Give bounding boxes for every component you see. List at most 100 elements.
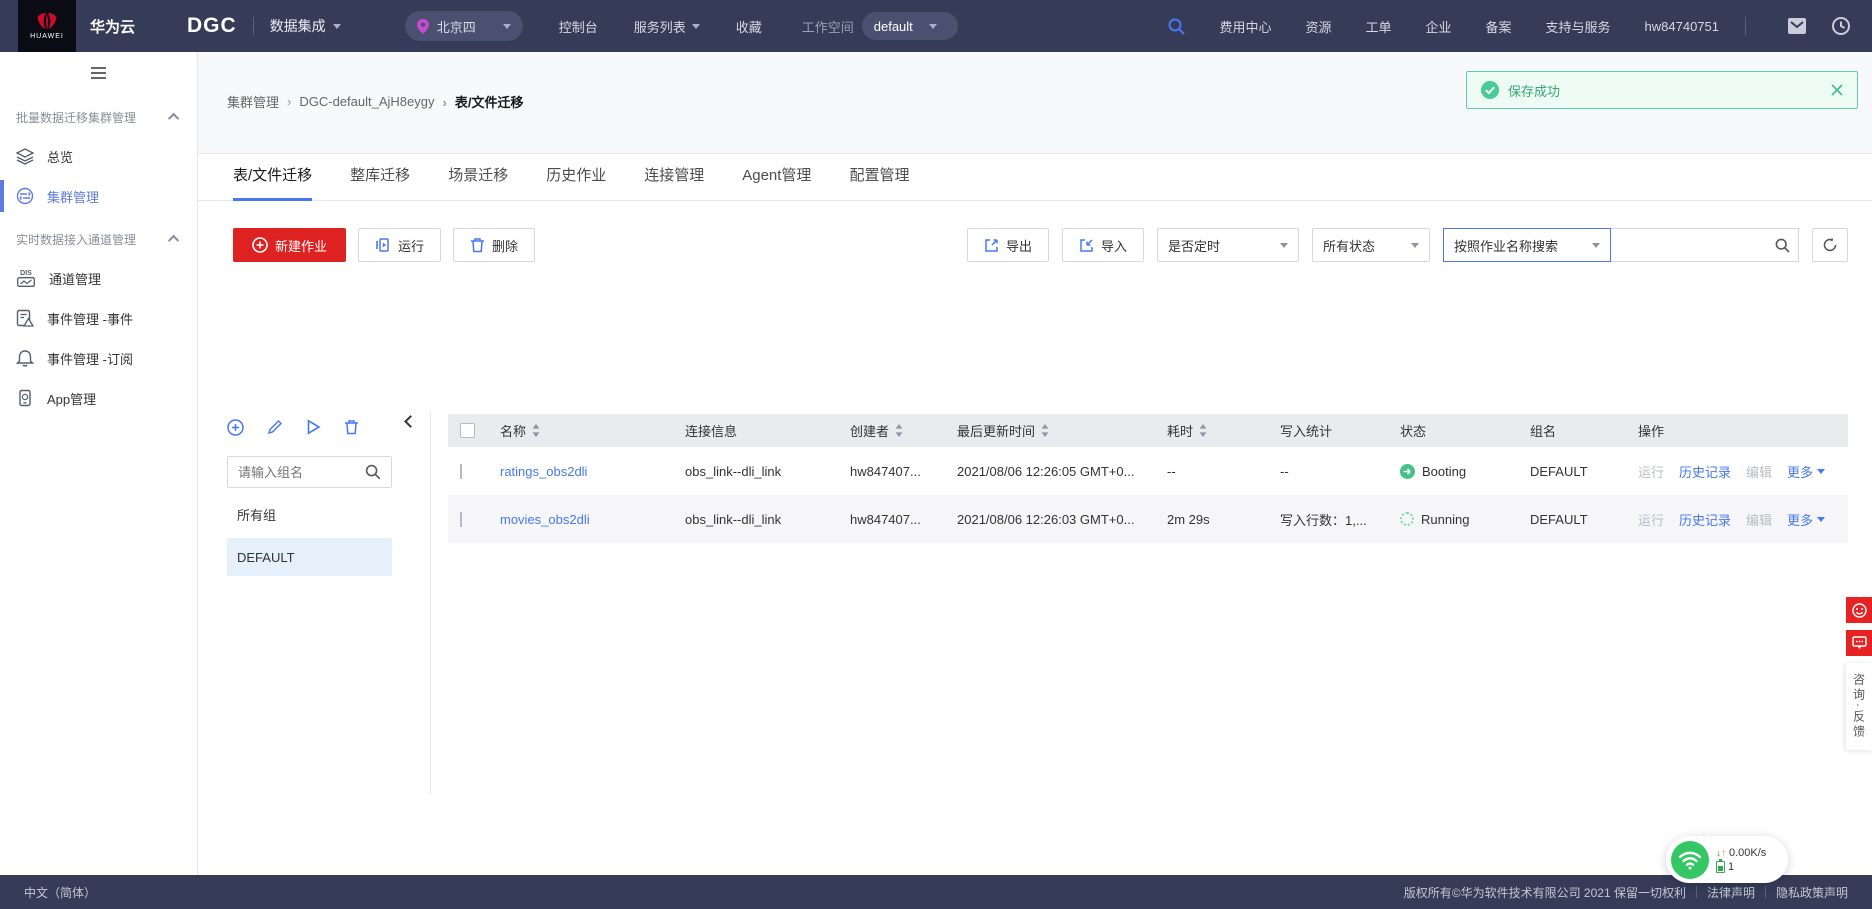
sidebar-item-overview[interactable]: 总览 xyxy=(0,136,197,176)
sidebar-group-batch-migration[interactable]: 批量数据迁移集群管理 xyxy=(0,98,197,136)
legal-notice-link[interactable]: 法律声明 xyxy=(1707,884,1755,901)
breadcrumb-cluster-management[interactable]: 集群管理 xyxy=(227,92,279,111)
privacy-policy-link[interactable]: 隐私政策声明 xyxy=(1776,884,1848,901)
sort-icon[interactable] xyxy=(1041,424,1049,437)
divider xyxy=(1764,886,1766,898)
column-name[interactable]: 名称 xyxy=(488,421,673,440)
location-pin-icon xyxy=(416,18,429,34)
op-history[interactable]: 历史记录 xyxy=(1679,510,1731,529)
nav-favorites[interactable]: 收藏 xyxy=(736,17,762,36)
satisfaction-survey-button[interactable] xyxy=(1846,597,1872,623)
close-icon[interactable] xyxy=(1831,84,1843,96)
column-duration[interactable]: 耗时 xyxy=(1155,421,1268,440)
divider xyxy=(1695,886,1697,898)
nav-icp[interactable]: 备案 xyxy=(1486,17,1512,36)
nav-billing[interactable]: 费用中心 xyxy=(1219,17,1271,36)
nav-service-list[interactable]: 服务列表 xyxy=(634,17,700,36)
delete-group-icon[interactable] xyxy=(344,419,359,435)
running-spinner-icon xyxy=(1400,512,1414,526)
delete-button[interactable]: 删除 xyxy=(453,228,536,262)
chevron-down-icon xyxy=(502,23,511,29)
new-job-button[interactable]: 新建作业 xyxy=(233,228,347,262)
left-sidebar: 批量数据迁移集群管理 总览 集群管理 实时数据接入通道管理 DIS 通道管理 事… xyxy=(0,52,198,875)
last-updated: 2021/08/06 12:26:03 GMT+0... xyxy=(957,511,1135,527)
sort-icon[interactable] xyxy=(1199,424,1207,437)
run-button[interactable]: 运行 xyxy=(358,228,442,262)
export-button[interactable]: 导出 xyxy=(966,228,1049,262)
trash-icon xyxy=(471,238,485,253)
search-icon[interactable] xyxy=(1775,238,1790,253)
column-last-updated[interactable]: 最后更新时间 xyxy=(945,421,1155,440)
sidebar-group-realtime-ingestion[interactable]: 实时数据接入通道管理 xyxy=(0,220,197,258)
import-button[interactable]: 导入 xyxy=(1061,228,1144,262)
select-all-checkbox[interactable] xyxy=(460,423,475,438)
account-name[interactable]: hw84740751 xyxy=(1645,19,1719,34)
nav-tickets[interactable]: 工单 xyxy=(1365,17,1391,36)
region-selector[interactable]: 北京四 xyxy=(404,11,523,41)
search-icon[interactable] xyxy=(1168,18,1186,35)
sidebar-item-event-management-events[interactable]: 事件管理 -事件 xyxy=(0,298,197,338)
language-selector[interactable]: 中文（简体） xyxy=(24,884,96,901)
copyright-text: 版权所有©华为软件技术有限公司 2021 保留一切权利 xyxy=(1403,885,1686,900)
op-more[interactable]: 更多 xyxy=(1787,510,1826,529)
sidebar-item-app-management[interactable]: App管理 xyxy=(0,378,197,418)
op-history[interactable]: 历史记录 xyxy=(1679,462,1731,481)
tab-configuration-management[interactable]: 配置管理 xyxy=(849,164,909,201)
success-toast: 保存成功 xyxy=(1466,71,1858,109)
row-checkbox[interactable] xyxy=(460,511,462,527)
op-edit[interactable]: 编辑 xyxy=(1746,510,1772,529)
edit-group-icon[interactable] xyxy=(267,419,283,435)
op-run[interactable]: 运行 xyxy=(1638,510,1664,529)
schedule-filter-select[interactable]: 是否定时 xyxy=(1157,228,1299,262)
column-creator[interactable]: 创建者 xyxy=(838,421,945,440)
panel-collapse-icon[interactable] xyxy=(404,415,417,428)
message-icon[interactable] xyxy=(1788,18,1806,34)
group-search xyxy=(227,456,392,488)
job-name-link[interactable]: ratings_obs2dli xyxy=(500,464,587,479)
workspace-selector[interactable]: default xyxy=(861,12,958,40)
tab-scenario-migration[interactable]: 场景迁移 xyxy=(448,164,508,201)
group-item-all[interactable]: 所有组 xyxy=(227,496,392,532)
tab-agent-management[interactable]: Agent管理 xyxy=(742,164,811,201)
nav-console[interactable]: 控制台 xyxy=(559,17,598,36)
nav-resources[interactable]: 资源 xyxy=(1305,17,1331,36)
history-clock-icon[interactable] xyxy=(1832,17,1850,35)
run-group-icon[interactable] xyxy=(306,419,321,435)
tab-whole-db-migration[interactable]: 整库迁移 xyxy=(350,164,410,201)
huawei-logo[interactable]: HUAWEI xyxy=(18,0,76,52)
add-group-icon[interactable] xyxy=(227,418,244,436)
sidebar-item-channel-management[interactable]: DIS 通道管理 xyxy=(0,258,197,298)
status-text: Booting xyxy=(1422,463,1467,479)
tab-connection-management[interactable]: 连接管理 xyxy=(644,164,704,201)
job-name-link[interactable]: movies_obs2dli xyxy=(500,512,590,527)
nav-support[interactable]: 支持与服务 xyxy=(1546,17,1611,36)
group-item-default[interactable]: DEFAULT xyxy=(227,538,392,576)
refresh-button[interactable] xyxy=(1812,228,1848,262)
product-menu-dropdown[interactable]: 数据集成 xyxy=(270,16,341,36)
search-icon[interactable] xyxy=(365,464,381,480)
sidebar-collapse-toggle[interactable] xyxy=(0,52,197,94)
row-checkbox[interactable] xyxy=(460,463,462,479)
consult-feedback-tab[interactable]: 咨询·反馈 xyxy=(1846,663,1872,750)
search-mode-select[interactable]: 按照作业名称搜索 xyxy=(1443,228,1611,262)
chevron-down-icon xyxy=(332,23,341,29)
nav-enterprise[interactable]: 企业 xyxy=(1425,17,1451,36)
breadcrumb-cluster-name[interactable]: DGC-default_AjH8eygy xyxy=(279,94,434,109)
status-filter-select[interactable]: 所有状态 xyxy=(1312,228,1430,262)
sort-icon[interactable] xyxy=(532,424,540,437)
op-edit[interactable]: 编辑 xyxy=(1746,462,1772,481)
op-more[interactable]: 更多 xyxy=(1787,462,1826,481)
network-speed-widget[interactable]: ↓↑ 0.00K/s 1 xyxy=(1666,836,1788,883)
job-search-input[interactable] xyxy=(1619,237,1775,253)
feedback-chat-button[interactable] xyxy=(1846,630,1872,656)
sort-icon[interactable] xyxy=(895,424,903,437)
group-search-input[interactable] xyxy=(238,464,365,480)
tab-historical-jobs[interactable]: 历史作业 xyxy=(546,164,606,201)
content-card: 表/文件迁移 整库迁移 场景迁移 历史作业 连接管理 Agent管理 配置管理 … xyxy=(198,153,1872,875)
column-connection: 连接信息 xyxy=(685,424,738,439)
brand-name[interactable]: 华为云 xyxy=(90,16,135,37)
op-run[interactable]: 运行 xyxy=(1638,462,1664,481)
sidebar-item-cluster-management[interactable]: 集群管理 xyxy=(0,176,197,216)
sidebar-item-event-management-subscriptions[interactable]: 事件管理 -订阅 xyxy=(0,338,197,378)
tab-table-file-migration[interactable]: 表/文件迁移 xyxy=(233,164,313,201)
